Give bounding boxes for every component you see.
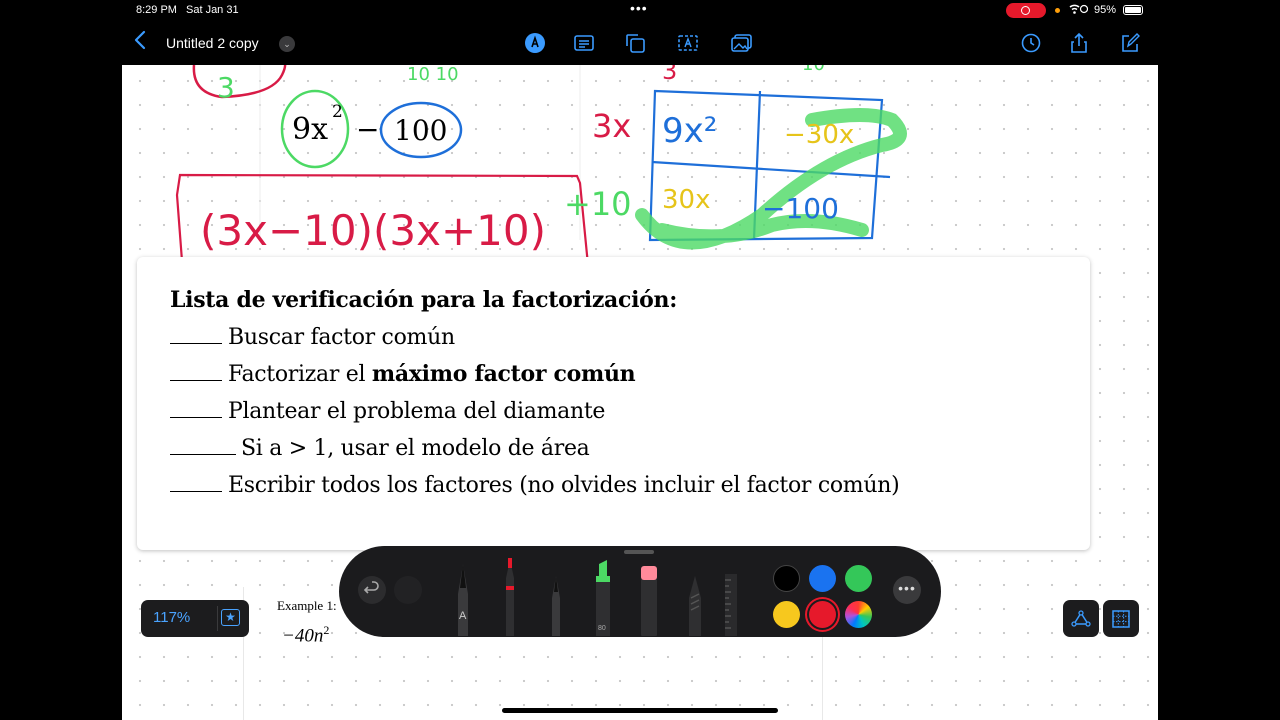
ruler-tool[interactable] bbox=[723, 558, 739, 636]
checklist-heading: Lista de verificación para la factorizac… bbox=[170, 287, 678, 313]
mic-indicator-icon bbox=[1055, 8, 1060, 13]
ink-fragment: 3 bbox=[662, 65, 677, 85]
zoom-level[interactable]: 117% bbox=[153, 609, 190, 626]
color-wheel-icon[interactable] bbox=[845, 601, 872, 628]
palette-grabber[interactable] bbox=[624, 550, 654, 554]
zoom-control[interactable]: 117% ★ bbox=[141, 600, 249, 637]
box-top-left: 9x² bbox=[662, 111, 717, 151]
checklist-item: Plantear el problema del diamante bbox=[170, 398, 605, 424]
row-factor-1: 3x bbox=[592, 107, 631, 145]
color-swatch-black[interactable] bbox=[773, 565, 800, 592]
checkbox-blank[interactable] bbox=[170, 435, 236, 455]
pen-tool-icon[interactable] bbox=[523, 31, 547, 55]
redo-icon[interactable] bbox=[394, 576, 422, 604]
shapes-icon[interactable] bbox=[623, 31, 647, 55]
star-icon[interactable]: ★ bbox=[221, 609, 240, 626]
wifi-icon bbox=[1064, 3, 1089, 18]
more-icon[interactable]: ••• bbox=[893, 576, 921, 604]
marker-tool[interactable] bbox=[544, 558, 568, 636]
checklist-item: Escribir todos los factores (no olvides … bbox=[170, 472, 900, 498]
undo-icon[interactable] bbox=[358, 576, 386, 604]
home-indicator[interactable] bbox=[502, 708, 778, 713]
checkbox-blank[interactable] bbox=[170, 398, 222, 418]
expr-term-2: 100 bbox=[394, 114, 447, 147]
pen-tool[interactable]: A bbox=[451, 558, 475, 636]
share-icon[interactable] bbox=[1067, 31, 1091, 55]
ink-fragment: 10 bbox=[802, 65, 825, 75]
ink-fragment: 3 bbox=[217, 71, 235, 104]
expr-exponent: 2 bbox=[332, 102, 343, 122]
checklist-item: Si a > 1, usar el modelo de área bbox=[170, 435, 590, 461]
divider bbox=[217, 606, 218, 631]
document-title[interactable]: Untitled 2 copy bbox=[166, 35, 259, 51]
checklist-card: Lista de verificación para la factorizac… bbox=[137, 257, 1090, 550]
ipad-screen: 8:29 PM Sat Jan 31 ••• 95% Untitled 2 co… bbox=[122, 0, 1158, 720]
expr-minus: − bbox=[356, 113, 379, 146]
crayon-tool[interactable] bbox=[683, 558, 707, 636]
example-expression: −40n2 bbox=[282, 623, 330, 647]
color-swatch-yellow[interactable] bbox=[773, 601, 800, 628]
checklist-item: Factorizar el máximo factor común bbox=[170, 361, 636, 387]
battery-icon bbox=[1123, 5, 1143, 15]
battery-percent: 95% bbox=[1094, 4, 1117, 16]
screen-recording-icon[interactable] bbox=[1006, 3, 1046, 18]
factored-result: (3x−10)(3x+10) bbox=[200, 206, 546, 255]
compose-icon[interactable] bbox=[1118, 31, 1142, 55]
expr-term-1: 9x bbox=[292, 112, 328, 147]
box-bottom-left: 30x bbox=[662, 185, 710, 215]
image-icon[interactable] bbox=[730, 31, 754, 55]
highlighter-label: 80 bbox=[598, 625, 606, 632]
back-chevron-icon[interactable] bbox=[130, 30, 150, 56]
text-box-icon[interactable] bbox=[676, 31, 700, 55]
eraser-tool[interactable] bbox=[637, 558, 661, 636]
color-swatch-red[interactable] bbox=[809, 601, 836, 628]
highlighter-tool[interactable]: 80 bbox=[591, 558, 615, 636]
tool-palette[interactable]: A 80 ••• bbox=[339, 546, 941, 637]
ink-fragment: 10 10 bbox=[407, 65, 459, 85]
status-time: 8:29 PM bbox=[136, 4, 177, 16]
checklist-item: Buscar factor común bbox=[170, 324, 455, 350]
grid-icon[interactable] bbox=[1103, 600, 1139, 637]
color-swatch-green[interactable] bbox=[845, 565, 872, 592]
example-label: Example 1: bbox=[277, 598, 337, 613]
status-date: Sat Jan 31 bbox=[186, 4, 239, 16]
lasso-tool-icon[interactable] bbox=[1063, 600, 1099, 637]
red-scribble-top bbox=[192, 65, 287, 99]
multitasking-dots[interactable]: ••• bbox=[630, 0, 648, 16]
history-icon[interactable] bbox=[1019, 31, 1043, 55]
checkbox-blank[interactable] bbox=[170, 472, 222, 492]
box-top-right: −30x bbox=[784, 120, 854, 150]
row-factor-2: +10 bbox=[564, 185, 632, 223]
box-bottom-right: −100 bbox=[762, 192, 839, 225]
pen-letter: A bbox=[459, 610, 467, 622]
fineliner-tool[interactable] bbox=[498, 558, 522, 636]
color-swatch-blue[interactable] bbox=[809, 565, 836, 592]
checkbox-blank[interactable] bbox=[170, 361, 222, 381]
top-bar: 8:29 PM Sat Jan 31 ••• 95% Untitled 2 co… bbox=[122, 0, 1158, 65]
checkbox-blank[interactable] bbox=[170, 324, 222, 344]
text-document-icon[interactable] bbox=[572, 31, 596, 55]
chevron-down-icon[interactable]: ⌄ bbox=[279, 36, 295, 52]
